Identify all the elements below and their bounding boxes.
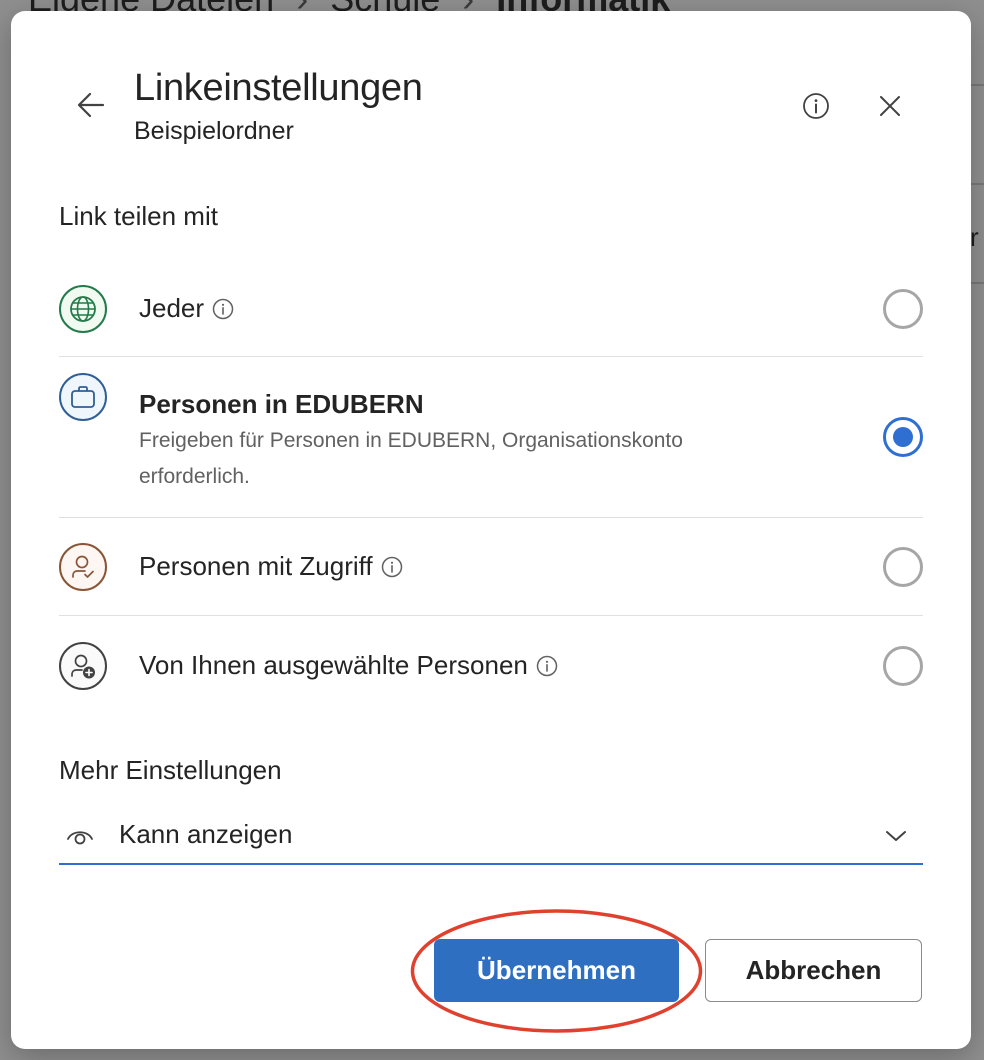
share-section-title: Link teilen mit [59,201,218,231]
chevron-down-icon [883,823,909,849]
info-icon[interactable] [381,556,403,578]
option-label: Von Ihnen ausgewählte Personen [139,650,558,681]
close-icon [880,96,900,116]
dialog-subtitle: Beispielordner [134,117,294,145]
option-label: Jeder [139,293,234,324]
radio-people-with-access[interactable] [883,547,923,587]
radio-anyone[interactable] [883,289,923,329]
option-anyone[interactable]: Jeder [59,273,923,345]
option-organization[interactable]: Personen in EDUBERN Freigeben für Person… [59,357,923,517]
option-label-text: Personen mit Zugriff [139,551,373,581]
permission-dropdown-value: Kann anzeigen [119,819,293,849]
cancel-button[interactable]: Abbrechen [705,939,922,1002]
info-icon[interactable] [212,298,234,320]
radio-specific-people[interactable] [883,646,923,686]
person-add-icon [59,642,107,690]
radio-organization[interactable] [883,417,923,457]
eye-icon [65,821,95,851]
option-specific-people[interactable]: Von Ihnen ausgewählte Personen [59,616,923,716]
info-icon [803,93,829,119]
option-people-with-access[interactable]: Personen mit Zugriff [59,518,923,616]
person-check-icon [59,543,107,591]
close-button[interactable] [871,87,909,125]
option-description: Freigeben für Personen in EDUBERN, Organ… [139,429,683,488]
info-button[interactable] [797,87,835,125]
globe-icon [59,285,107,333]
option-label-text: Von Ihnen ausgewählte Personen [139,650,528,680]
back-button[interactable] [71,85,111,125]
arrow-left-icon [77,92,105,118]
info-icon[interactable] [536,655,558,677]
link-settings-dialog: Linkeinstellungen Beispielordner Link te… [11,11,971,1049]
option-label-text: Jeder [139,293,205,323]
dialog-title: Linkeinstellungen [134,67,423,109]
option-label: Personen mit Zugriff [139,551,403,582]
more-settings-title: Mehr Einstellungen [59,755,282,785]
option-label-text: Personen in EDUBERN [139,389,424,419]
apply-button[interactable]: Übernehmen [434,939,679,1002]
briefcase-icon [59,373,107,421]
permission-dropdown[interactable]: Kann anzeigen [59,811,923,865]
